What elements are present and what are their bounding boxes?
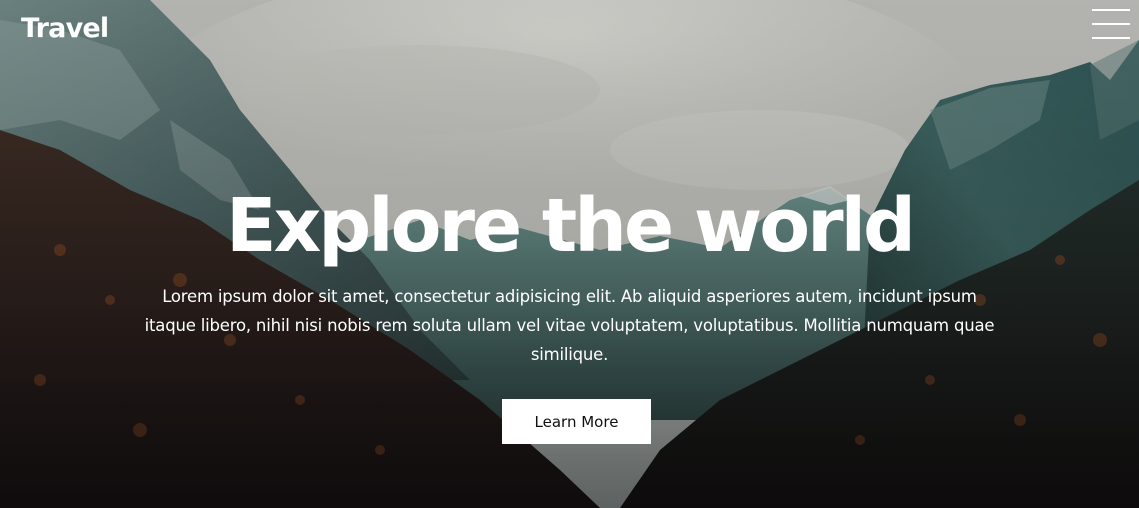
hero-content: Explore the world Lorem ipsum dolor sit … — [0, 180, 1139, 369]
hamburger-menu-icon[interactable] — [1090, 8, 1130, 40]
hero-description: Lorem ipsum dolor sit amet, consectetur … — [144, 287, 995, 364]
menu-bar-top — [1092, 9, 1130, 11]
logo[interactable]: Travel — [21, 11, 109, 47]
hero-title: Explore the world — [226, 183, 916, 269]
menu-bar-bottom — [1092, 37, 1130, 39]
learn-more-button[interactable]: Learn More — [502, 399, 651, 444]
hero-section: Travel Explore the world Lorem ipsum dol… — [0, 0, 1139, 508]
menu-bar-middle — [1092, 23, 1130, 25]
